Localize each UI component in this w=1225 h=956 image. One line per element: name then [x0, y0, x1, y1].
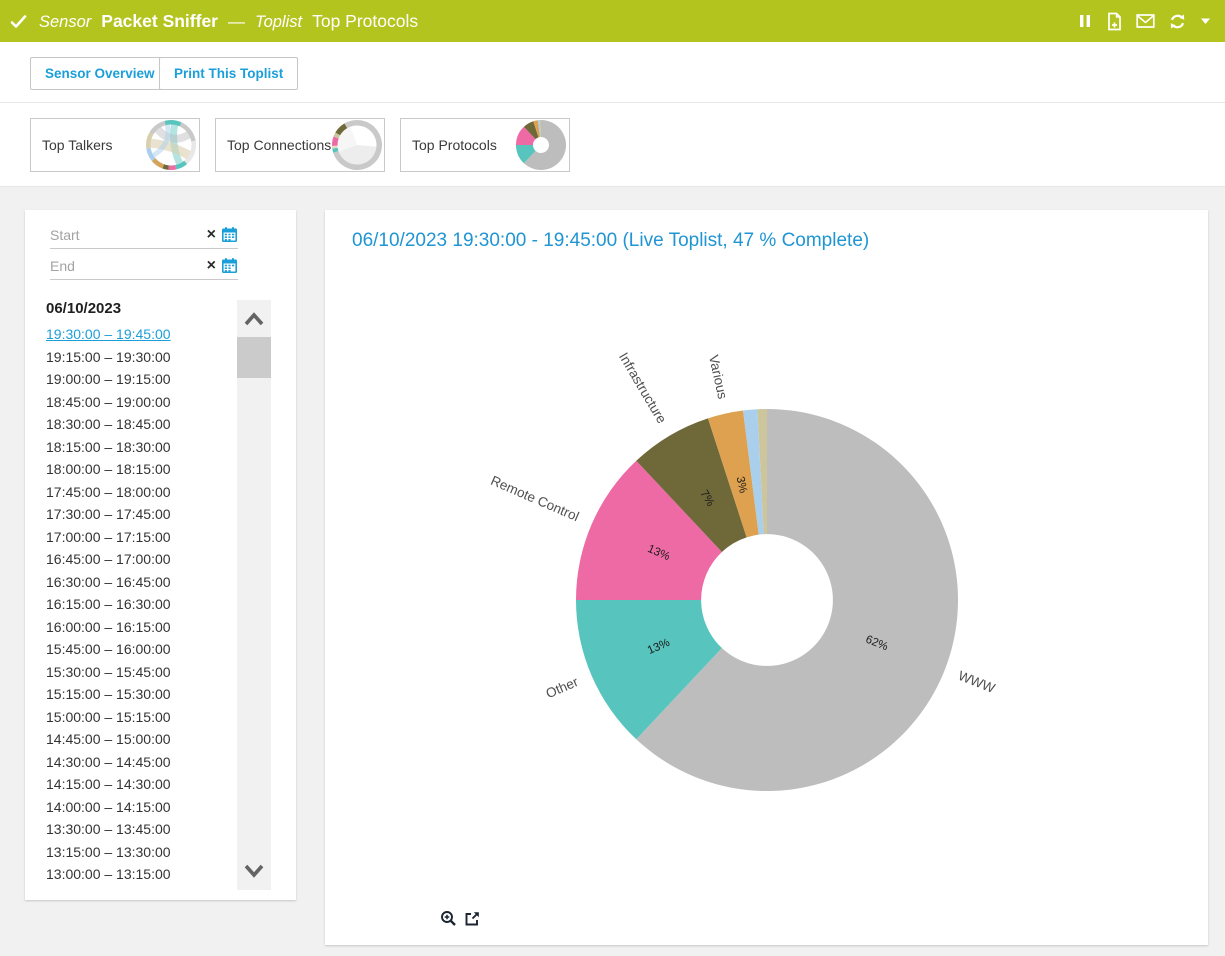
- timeframe-sidebar: × ×: [25, 210, 296, 900]
- time-range-item[interactable]: 14:15:00 – 14:30:00: [46, 773, 231, 796]
- start-date-row: ×: [50, 222, 238, 249]
- sensor-overview-button[interactable]: Sensor Overview: [30, 57, 170, 90]
- toplist-tabs-row: Top Talkers Top Connections Top Protocol…: [0, 103, 1225, 187]
- time-range-item[interactable]: 17:45:00 – 18:00:00: [46, 481, 231, 504]
- time-range-item[interactable]: 13:00:00 – 13:15:00: [46, 863, 231, 886]
- breadcrumb: Sensor Packet Sniffer — Toplist Top Prot…: [10, 11, 418, 32]
- calendar-icon[interactable]: [221, 258, 238, 274]
- caret-down-icon[interactable]: [1200, 17, 1211, 25]
- print-toplist-button[interactable]: Print This Toplist: [159, 57, 298, 90]
- clear-end-icon[interactable]: ×: [207, 258, 216, 274]
- time-range-item[interactable]: 19:00:00 – 19:15:00: [46, 368, 231, 391]
- scrollbar-thumb[interactable]: [237, 337, 271, 378]
- time-range-item[interactable]: 15:00:00 – 15:15:00: [46, 706, 231, 729]
- add-report-icon[interactable]: [1105, 12, 1123, 31]
- toolbar: Sensor Overview Print This Toplist: [0, 42, 1225, 103]
- scroll-up-icon[interactable]: [237, 304, 271, 334]
- time-range-item[interactable]: 17:00:00 – 17:15:00: [46, 526, 231, 549]
- protocols-pie-icon: [515, 119, 567, 171]
- breadcrumb-sensor-name[interactable]: Packet Sniffer: [101, 11, 218, 32]
- time-range-item[interactable]: 14:00:00 – 14:15:00: [46, 796, 231, 819]
- chord-diagram-icon: [145, 119, 197, 171]
- zoom-in-icon[interactable]: [440, 910, 457, 927]
- open-external-icon[interactable]: [464, 910, 481, 927]
- time-range-list: 19:30:00 – 19:45:0019:15:00 – 19:30:0019…: [46, 323, 231, 886]
- protocols-donut-chart: 62%WWW13%Other13%Remote Control7%Infrast…: [325, 210, 1208, 945]
- end-date-row: ×: [50, 253, 238, 280]
- time-range-item[interactable]: 13:15:00 – 13:30:00: [46, 841, 231, 864]
- refresh-icon[interactable]: [1168, 12, 1187, 31]
- time-range-item[interactable]: 18:00:00 – 18:15:00: [46, 458, 231, 481]
- tab-top-protocols[interactable]: Top Protocols: [400, 118, 570, 172]
- time-range-item[interactable]: 19:30:00 – 19:45:00: [46, 323, 231, 346]
- time-range-item[interactable]: 14:45:00 – 15:00:00: [46, 728, 231, 751]
- pause-icon[interactable]: [1078, 13, 1092, 29]
- tab-label: Top Talkers: [42, 137, 113, 153]
- email-icon[interactable]: [1136, 13, 1155, 29]
- breadcrumb-toplist-name: Top Protocols: [312, 11, 418, 32]
- start-date-input[interactable]: [50, 227, 207, 243]
- time-range-item[interactable]: 15:45:00 – 16:00:00: [46, 638, 231, 661]
- breadcrumb-toplist-label: Toplist: [255, 13, 302, 32]
- scroll-down-icon[interactable]: [237, 856, 271, 886]
- status-check-icon: [10, 13, 27, 30]
- time-range-item[interactable]: 16:15:00 – 16:30:00: [46, 593, 231, 616]
- tab-top-talkers[interactable]: Top Talkers: [30, 118, 200, 172]
- tab-label: Top Protocols: [412, 137, 497, 153]
- segment-name-label: Remote Control: [489, 473, 582, 524]
- list-scrollbar[interactable]: [237, 300, 271, 890]
- breadcrumb-dash: —: [228, 12, 245, 32]
- time-range-item[interactable]: 18:30:00 – 18:45:00: [46, 413, 231, 436]
- time-range-item[interactable]: 18:45:00 – 19:00:00: [46, 391, 231, 414]
- calendar-icon[interactable]: [221, 227, 238, 243]
- time-range-item[interactable]: 18:15:00 – 18:30:00: [46, 436, 231, 459]
- time-range-item[interactable]: 13:30:00 – 13:45:00: [46, 818, 231, 841]
- segment-name-label: Infrastructure: [616, 350, 669, 426]
- chart-title: 06/10/2023 19:30:00 - 19:45:00 (Live Top…: [352, 230, 869, 252]
- time-range-item[interactable]: 15:15:00 – 15:30:00: [46, 683, 231, 706]
- time-range-item[interactable]: 15:30:00 – 15:45:00: [46, 661, 231, 684]
- toplist-chart-panel: 62%WWW13%Other13%Remote Control7%Infrast…: [325, 210, 1208, 945]
- segment-name-label: Various: [706, 353, 730, 400]
- segment-name-label: Other: [544, 674, 581, 701]
- time-range-item[interactable]: 16:00:00 – 16:15:00: [46, 616, 231, 639]
- page-header: Sensor Packet Sniffer — Toplist Top Prot…: [0, 0, 1225, 42]
- prtg-toplist-page: Sensor Packet Sniffer — Toplist Top Prot…: [0, 0, 1225, 956]
- segment-name-label: WWW: [956, 668, 997, 696]
- time-range-item[interactable]: 14:30:00 – 14:45:00: [46, 751, 231, 774]
- date-group-header: 06/10/2023: [46, 300, 121, 317]
- connections-donut-icon: [331, 119, 383, 171]
- header-actions: [1078, 12, 1211, 31]
- time-range-item[interactable]: 16:45:00 – 17:00:00: [46, 548, 231, 571]
- clear-start-icon[interactable]: ×: [207, 227, 216, 243]
- breadcrumb-sensor-label: Sensor: [39, 13, 91, 32]
- time-range-item[interactable]: 16:30:00 – 16:45:00: [46, 571, 231, 594]
- content-area: × ×: [0, 187, 1225, 956]
- end-date-input[interactable]: [50, 258, 207, 274]
- chart-footer: [440, 910, 481, 927]
- tab-top-connections[interactable]: Top Connections: [215, 118, 385, 172]
- time-range-item[interactable]: 17:30:00 – 17:45:00: [46, 503, 231, 526]
- tab-label: Top Connections: [227, 137, 331, 153]
- time-range-item[interactable]: 19:15:00 – 19:30:00: [46, 346, 231, 369]
